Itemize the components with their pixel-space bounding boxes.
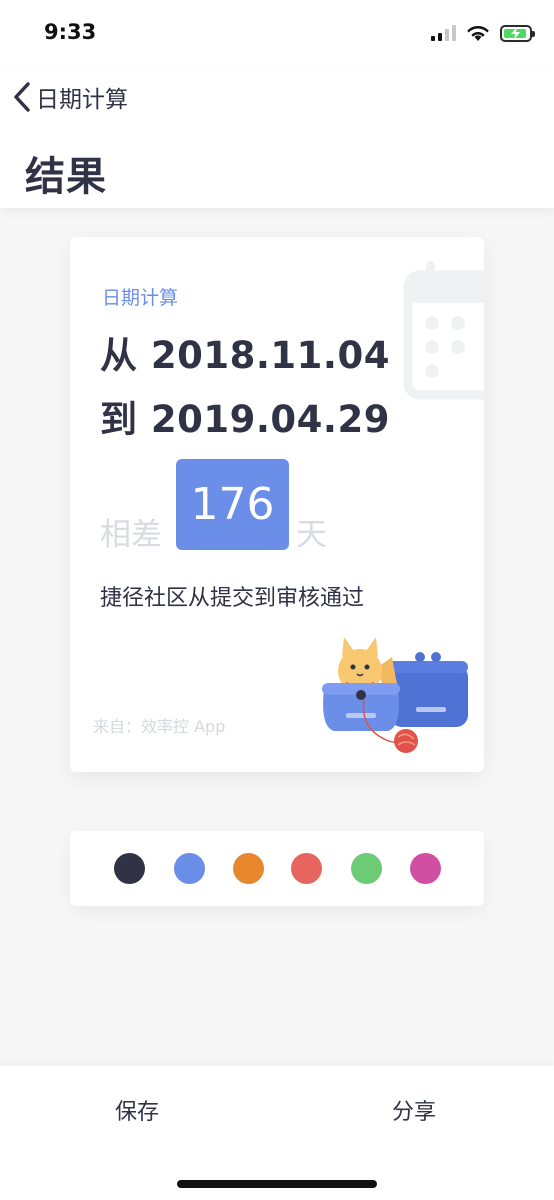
swatch-red[interactable] (291, 853, 322, 884)
swatch-pink[interactable] (410, 853, 441, 884)
cat-in-purses-illustration (322, 637, 468, 753)
save-button[interactable]: 保存 (115, 1094, 159, 1126)
page-title: 结果 (25, 154, 107, 200)
swatch-blue[interactable] (174, 853, 205, 884)
source-credit: 来自：效率控 App (93, 717, 226, 736)
swatch-orange[interactable] (233, 853, 264, 884)
screen: 9:33 日期计算 结果 日期计算 从 2018.11.04 到 2019.04… (0, 0, 554, 1200)
event-title: 捷径社区从提交到审核通过 (100, 586, 365, 611)
wifi-icon (467, 26, 489, 41)
bottom-action-bar: 保存 分享 (0, 1066, 554, 1200)
chevron-left-icon (14, 82, 30, 112)
diff-days-value: 176 (176, 459, 289, 550)
signal-icon (431, 25, 456, 41)
back-label: 日期计算 (36, 87, 128, 113)
status-icons (431, 24, 535, 42)
status-bar: 9:33 (0, 0, 554, 68)
diff-suffix: 天 (296, 517, 327, 553)
swatch-dark[interactable] (114, 853, 145, 884)
home-indicator (177, 1180, 377, 1188)
result-card: 日期计算 从 2018.11.04 到 2019.04.29 相差 176 天 … (70, 237, 484, 772)
battery-charging-icon (500, 24, 535, 42)
end-date: 到 2019.04.29 (100, 398, 390, 441)
calendar-icon (403, 261, 484, 400)
nav-header: 日期计算 结果 (0, 68, 554, 208)
back-button[interactable]: 日期计算 (12, 80, 128, 114)
card-label: 日期计算 (102, 287, 179, 309)
swatch-green[interactable] (351, 853, 382, 884)
share-button[interactable]: 分享 (392, 1094, 436, 1126)
color-palette (70, 831, 484, 906)
status-time: 9:33 (44, 20, 97, 44)
diff-prefix: 相差 (100, 517, 162, 553)
start-date: 从 2018.11.04 (100, 334, 390, 377)
